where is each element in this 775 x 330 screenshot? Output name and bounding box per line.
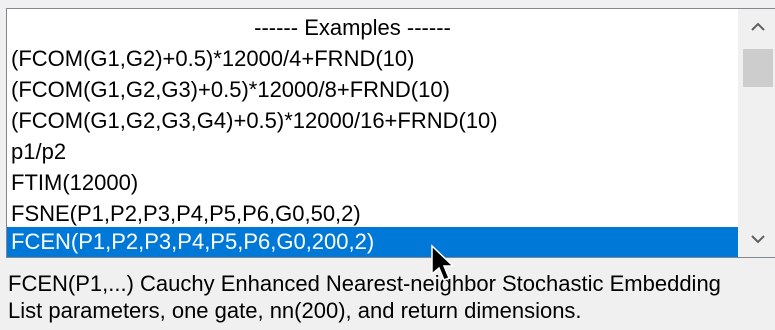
- examples-listbox[interactable]: ------ Examples ------ (FCOM(G1,G2)+0.5)…: [6, 8, 775, 258]
- vertical-scrollbar[interactable]: [738, 9, 775, 257]
- list-item-fcen[interactable]: FCEN(P1,P2,P3,P4,P5,P6,G0,200,2): [7, 227, 738, 257]
- mouse-pointer-icon: [431, 244, 455, 281]
- chevron-up-icon: [750, 22, 765, 31]
- list-item-fsne[interactable]: FSNE(P1,P2,P3,P4,P5,P6,G0,50,2): [7, 199, 738, 229]
- description-line-2: List parameters, one gate, nn(200), and …: [8, 298, 582, 323]
- scroll-down-button[interactable]: [738, 221, 775, 257]
- scroll-up-button[interactable]: [738, 9, 775, 45]
- list-item-fcom-2[interactable]: (FCOM(G1,G2)+0.5)*12000/4+FRND(10): [7, 44, 738, 74]
- scroll-thumb[interactable]: [743, 49, 773, 87]
- list-item-fcom-4[interactable]: (FCOM(G1,G2,G3,G4)+0.5)*12000/16+FRND(10…: [7, 106, 738, 136]
- list-item-fcom-3[interactable]: (FCOM(G1,G2,G3)+0.5)*12000/8+FRND(10): [7, 75, 738, 105]
- description-text: FCEN(P1,...) Cauchy Enhanced Nearest-nei…: [8, 270, 773, 324]
- chevron-down-icon: [750, 235, 765, 244]
- description-line-1: FCEN(P1,...) Cauchy Enhanced Nearest-nei…: [8, 271, 721, 296]
- list-item-p1-p2[interactable]: p1/p2: [7, 137, 738, 167]
- list-item-ftim[interactable]: FTIM(12000): [7, 168, 738, 198]
- list-header: ------ Examples ------: [254, 15, 451, 40]
- examples-list: ------ Examples ------ (FCOM(G1,G2)+0.5)…: [7, 9, 738, 257]
